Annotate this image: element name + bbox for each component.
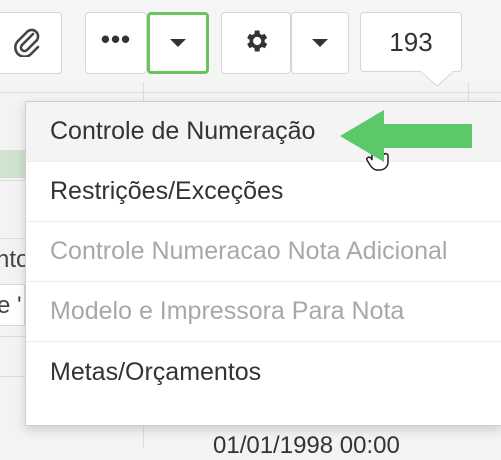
attach-button[interactable] (0, 12, 62, 74)
menu-item-label: Controle Numeracao Nota Adicional (50, 237, 448, 265)
background-fragment: e ' (0, 292, 22, 319)
count-badge[interactable]: 193 (360, 12, 462, 72)
divider (143, 424, 144, 448)
menu-item-label: Restrições/Exceções (50, 177, 284, 205)
divider (0, 92, 501, 93)
more-actions-dropdown-button[interactable] (147, 12, 209, 74)
grid-header-cell (0, 150, 25, 178)
divider (0, 336, 25, 337)
menu-item-label: Modelo e Impressora Para Nota (50, 297, 405, 325)
menu-item-restricoes-excecoes[interactable]: Restrições/Exceções (26, 162, 501, 222)
menu-item-controle-numeracao-nota-adicional: Controle Numeracao Nota Adicional (26, 222, 501, 282)
count-value: 193 (389, 26, 433, 57)
divider (0, 376, 25, 377)
divider (0, 238, 25, 239)
caret-down-icon (312, 39, 328, 47)
more-actions-button[interactable]: ••• (85, 12, 147, 74)
divider (0, 180, 25, 181)
settings-button[interactable] (221, 12, 291, 74)
more-dots-icon: ••• (100, 24, 132, 54)
toolbar: ••• 193 (0, 0, 501, 87)
menu-item-modelo-e-impressora: Modelo e Impressora Para Nota (26, 282, 501, 342)
menu-item-label: Metas/Orçamentos (50, 357, 262, 386)
caret-down-icon (170, 39, 186, 47)
gear-icon (242, 27, 270, 60)
date-cell: 01/01/1998 00:00 (213, 432, 400, 459)
tooltip-pointer-icon (420, 70, 454, 87)
menu-item-label: Controle de Numeração (50, 117, 316, 145)
annotation-arrow-icon (340, 110, 472, 162)
settings-dropdown-button[interactable] (291, 12, 349, 74)
menu-item-metas-orcamentos[interactable]: Metas/Orçamentos (26, 342, 501, 402)
paperclip-icon (11, 25, 41, 62)
